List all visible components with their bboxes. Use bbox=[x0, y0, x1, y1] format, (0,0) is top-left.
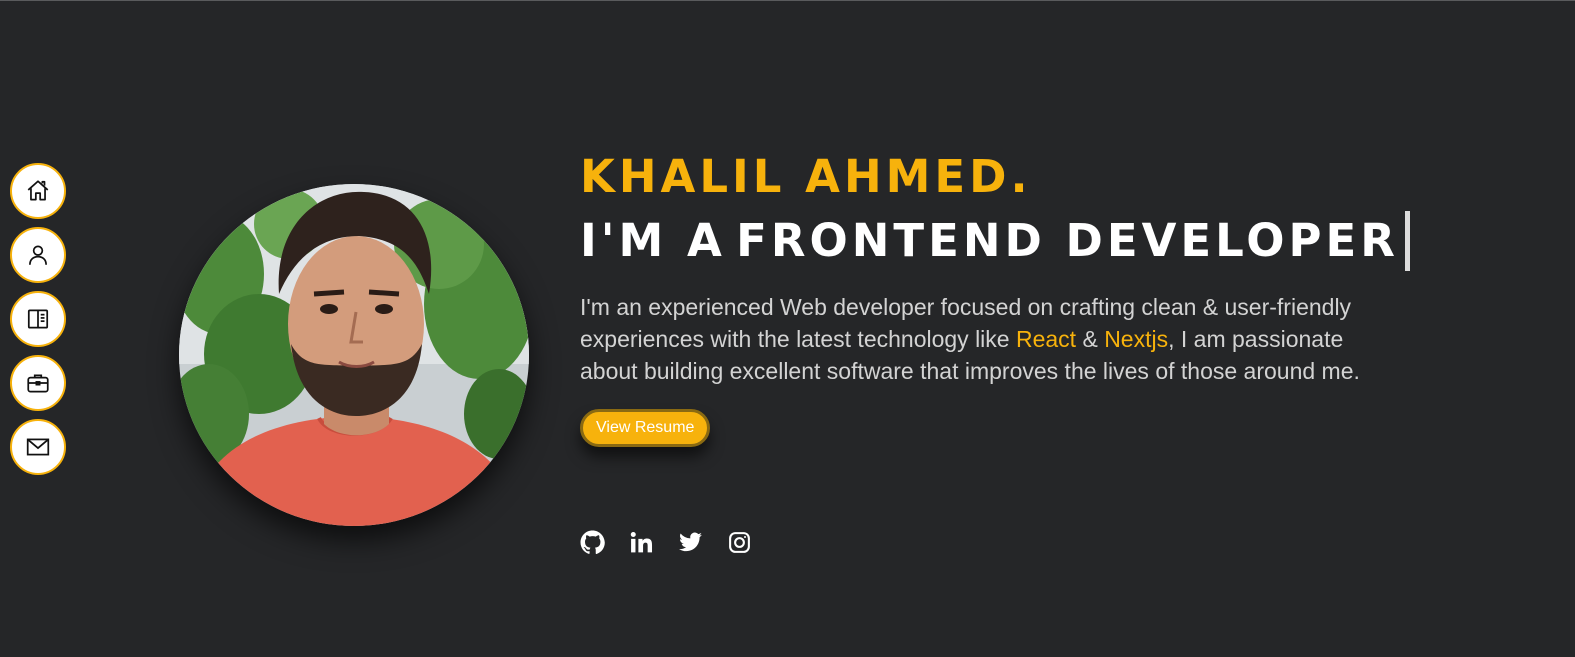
linkedin-icon bbox=[630, 531, 653, 553]
book-icon bbox=[27, 309, 49, 329]
bio-highlight-react: React bbox=[1015, 326, 1077, 352]
bio-highlight-nextjs: Nextjs bbox=[1104, 326, 1169, 352]
twitter-icon bbox=[679, 532, 702, 552]
view-resume-button[interactable]: View Resume bbox=[580, 409, 711, 447]
twitter-link[interactable] bbox=[678, 530, 703, 555]
nav-work-button[interactable] bbox=[10, 355, 66, 411]
home-icon bbox=[27, 180, 49, 201]
briefcase-icon bbox=[27, 374, 49, 393]
nav-about-button[interactable] bbox=[10, 227, 66, 283]
github-link[interactable] bbox=[580, 530, 605, 555]
role-prefix: I'M A bbox=[580, 214, 726, 267]
nav-home-button[interactable] bbox=[10, 163, 66, 219]
instagram-icon bbox=[729, 532, 750, 553]
role-title: FRONTEND DEVELOPER bbox=[736, 214, 1399, 267]
bio-text: & bbox=[1076, 326, 1105, 352]
nav-resume-button[interactable] bbox=[10, 291, 66, 347]
instagram-link[interactable] bbox=[727, 530, 752, 555]
nav-contact-button[interactable] bbox=[10, 419, 66, 475]
github-icon bbox=[580, 530, 605, 554]
social-links bbox=[580, 530, 752, 555]
side-nav bbox=[10, 163, 66, 475]
mail-icon bbox=[26, 438, 50, 456]
hero-bio: I'm an experienced Web developer focused… bbox=[580, 291, 1380, 387]
profile-photo bbox=[179, 184, 529, 526]
user-icon bbox=[29, 245, 47, 265]
hero-role: I'M A FRONTEND DEVELOPER bbox=[580, 211, 1410, 271]
linkedin-link[interactable] bbox=[629, 530, 654, 555]
typing-cursor bbox=[1404, 211, 1410, 271]
hero-name: KHALIL AHMED. bbox=[580, 150, 1032, 203]
hero-section: KHALIL AHMED. I'M A FRONTEND DEVELOPER I… bbox=[580, 149, 1410, 447]
